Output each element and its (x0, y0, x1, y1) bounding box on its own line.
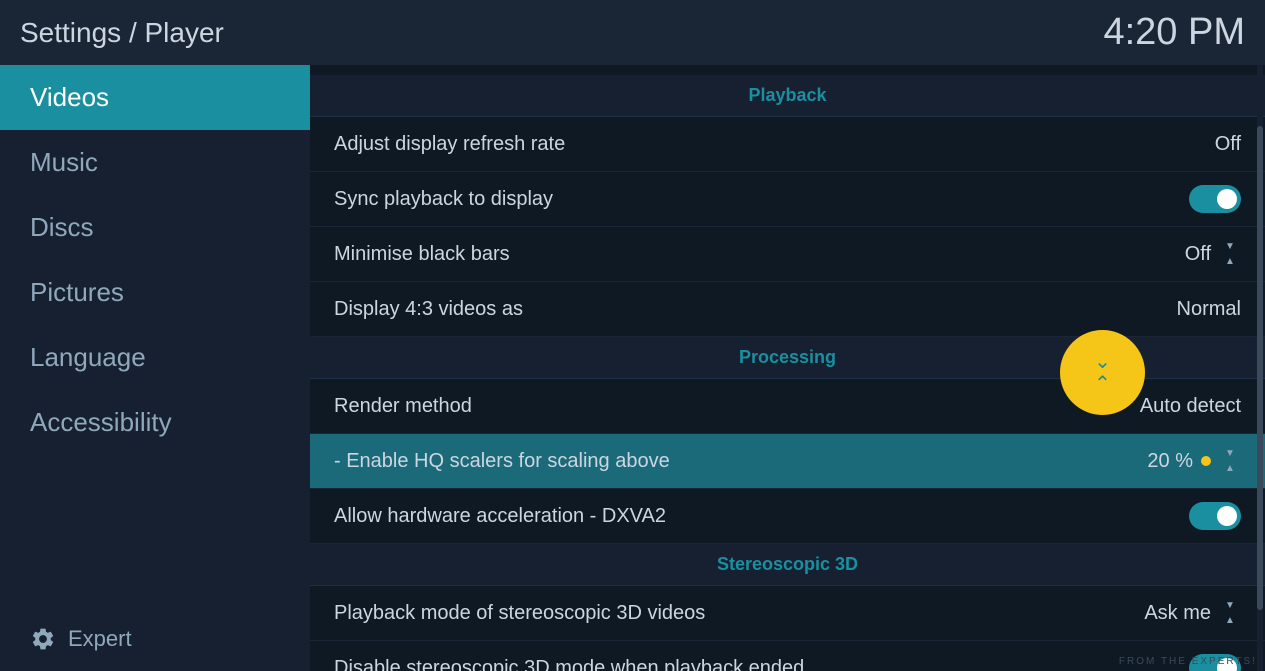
setting-value-bars: Off ▼ ▲ (1185, 240, 1241, 269)
arrow-up-bars[interactable]: ▲ (1219, 255, 1241, 269)
circle-btn-inner: ⌄ ⌃ (1094, 352, 1111, 394)
header: Settings / Player 4:20 PM (0, 0, 1265, 65)
setting-hw-accel[interactable]: Allow hardware acceleration - DXVA2 (310, 489, 1265, 544)
section-playback: Playback (310, 75, 1265, 117)
arrow-controls-bars: ▼ ▲ (1219, 240, 1241, 269)
setting-value-hw (1189, 502, 1241, 530)
arrow-controls-stereo: ▼ ▲ (1219, 599, 1241, 628)
scrollbar[interactable] (1257, 65, 1263, 671)
arrow-up-stereo[interactable]: ▲ (1219, 614, 1241, 628)
toggle-knob-sync (1217, 189, 1237, 209)
arrow-down-bars[interactable]: ▼ (1219, 240, 1241, 254)
setting-value-hq: 20 % ▼ ▲ (1147, 447, 1241, 476)
toggle-knob-hw (1217, 506, 1237, 526)
scroll-circle-button[interactable]: ⌄ ⌃ (1060, 330, 1145, 415)
setting-adjust-refresh[interactable]: Adjust display refresh rate Off (310, 117, 1265, 172)
sidebar-item-videos[interactable]: Videos (0, 65, 310, 130)
gear-icon (30, 626, 56, 652)
sidebar-item-language[interactable]: Language (0, 325, 310, 390)
arrow-up-hq[interactable]: ▲ (1219, 462, 1241, 476)
layout: Videos Music Discs Pictures Language Acc… (0, 65, 1265, 671)
setting-stereoscopic-mode[interactable]: Playback mode of stereoscopic 3D videos … (310, 586, 1265, 641)
sidebar-item-discs[interactable]: Discs (0, 195, 310, 260)
sidebar: Videos Music Discs Pictures Language Acc… (0, 65, 310, 671)
page-title: Settings / Player (20, 17, 224, 49)
setting-value-stereo: Ask me ▼ ▲ (1144, 599, 1241, 628)
arrow-down-hq[interactable]: ▼ (1219, 447, 1241, 461)
expert-button[interactable]: Expert (0, 606, 310, 671)
sidebar-item-accessibility[interactable]: Accessibility (0, 390, 310, 455)
scroll-thumb[interactable] (1257, 126, 1263, 611)
setting-sync-playback[interactable]: Sync playback to display (310, 172, 1265, 227)
setting-display-43[interactable]: Display 4:3 videos as Normal (310, 282, 1265, 337)
setting-minimise-bars[interactable]: Minimise black bars Off ▼ ▲ (310, 227, 1265, 282)
chevron-down-icon: ⌄ (1094, 352, 1111, 372)
sidebar-nav: Videos Music Discs Pictures Language Acc… (0, 65, 310, 455)
sidebar-item-music[interactable]: Music (0, 130, 310, 195)
main-content: Playback Adjust display refresh rate Off… (310, 65, 1265, 671)
section-stereoscopic: Stereoscopic 3D (310, 544, 1265, 586)
toggle-sync[interactable] (1189, 185, 1241, 213)
clock: 4:20 PM (1103, 11, 1245, 54)
setting-hq-scalers[interactable]: - Enable HQ scalers for scaling above 20… (310, 434, 1265, 489)
progress-dot (1201, 456, 1211, 466)
setting-value-render: Auto detect (1140, 395, 1241, 418)
setting-value-43: Normal (1177, 298, 1241, 321)
chevron-up-icon: ⌃ (1094, 374, 1111, 394)
sidebar-item-pictures[interactable]: Pictures (0, 260, 310, 325)
toggle-hw[interactable] (1189, 502, 1241, 530)
expert-label: Expert (68, 626, 132, 652)
setting-value-sync (1189, 185, 1241, 213)
setting-value-refresh: Off (1215, 133, 1241, 156)
arrow-down-stereo[interactable]: ▼ (1219, 599, 1241, 613)
arrow-controls-hq: ▼ ▲ (1219, 447, 1241, 476)
watermark: FROM THE EXPERTS! (1119, 656, 1257, 667)
